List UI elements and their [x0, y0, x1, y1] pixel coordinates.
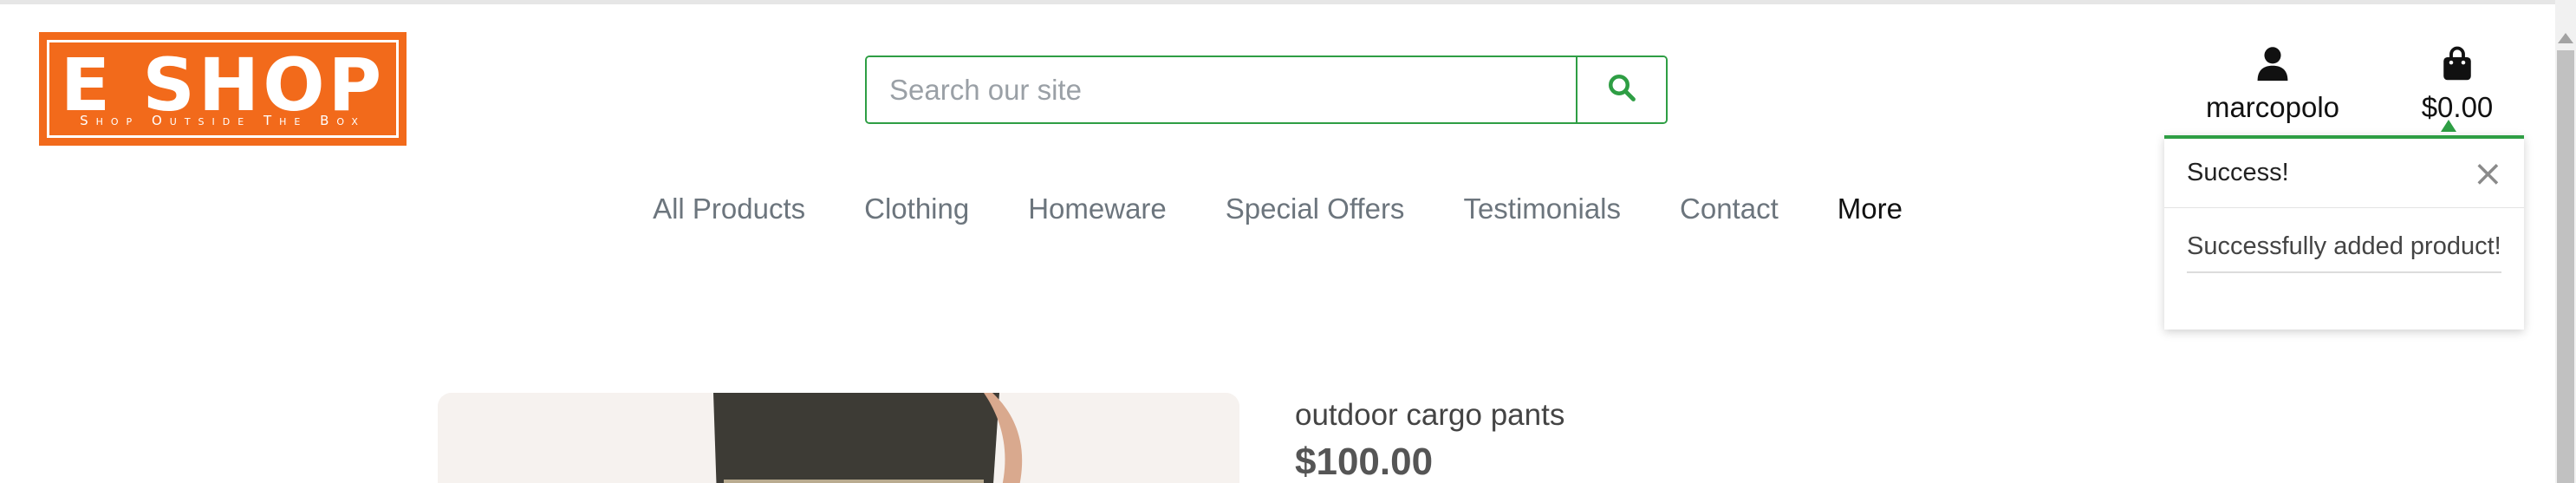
logo-frame: E SHOP Shop Outside The Box: [47, 40, 399, 138]
page-scrollbar[interactable]: [2555, 0, 2576, 483]
nav-contact[interactable]: Contact: [1680, 193, 1779, 225]
product-price: $100.00: [1295, 441, 1434, 483]
success-toast: Success! × Successfully added product!: [2164, 135, 2524, 330]
nav-all-products[interactable]: All Products: [653, 193, 805, 225]
product-image: [438, 393, 1239, 483]
account-link[interactable]: marcopolo: [2193, 43, 2352, 130]
toast-title: Success!: [2187, 159, 2289, 186]
close-icon[interactable]: ×: [2473, 154, 2503, 192]
site-logo[interactable]: E SHOP Shop Outside The Box: [39, 32, 407, 146]
toast-message: Successfully added product!: [2187, 232, 2501, 273]
product-title: outdoor cargo pants: [1295, 398, 1565, 432]
scrollbar-thumb[interactable]: [2557, 50, 2574, 483]
main-nav: All Products Clothing Homeware Special O…: [0, 193, 2555, 225]
search-input[interactable]: [867, 57, 1576, 122]
cart-link[interactable]: $0.00: [2405, 43, 2509, 130]
search-bar: [865, 55, 1668, 124]
nav-clothing[interactable]: Clothing: [864, 193, 969, 225]
nav-more[interactable]: More: [1838, 193, 1903, 225]
nav-homeware[interactable]: Homeware: [1028, 193, 1167, 225]
cart-total: $0.00: [2421, 91, 2494, 123]
nav-testimonials[interactable]: Testimonials: [1463, 193, 1621, 225]
account-username: marcopolo: [2205, 91, 2340, 123]
shopping-bag-icon: [2439, 46, 2475, 87]
user-icon: [2254, 47, 2292, 87]
top-border: [0, 0, 2555, 4]
nav-special-offers[interactable]: Special Offers: [1226, 193, 1405, 225]
toast-pointer: [2441, 120, 2456, 132]
search-icon: [1606, 72, 1637, 108]
search-button[interactable]: [1576, 57, 1666, 122]
scroll-up-arrow-icon[interactable]: [2558, 33, 2573, 43]
logo-tagline: Shop Outside The Box: [80, 113, 366, 128]
